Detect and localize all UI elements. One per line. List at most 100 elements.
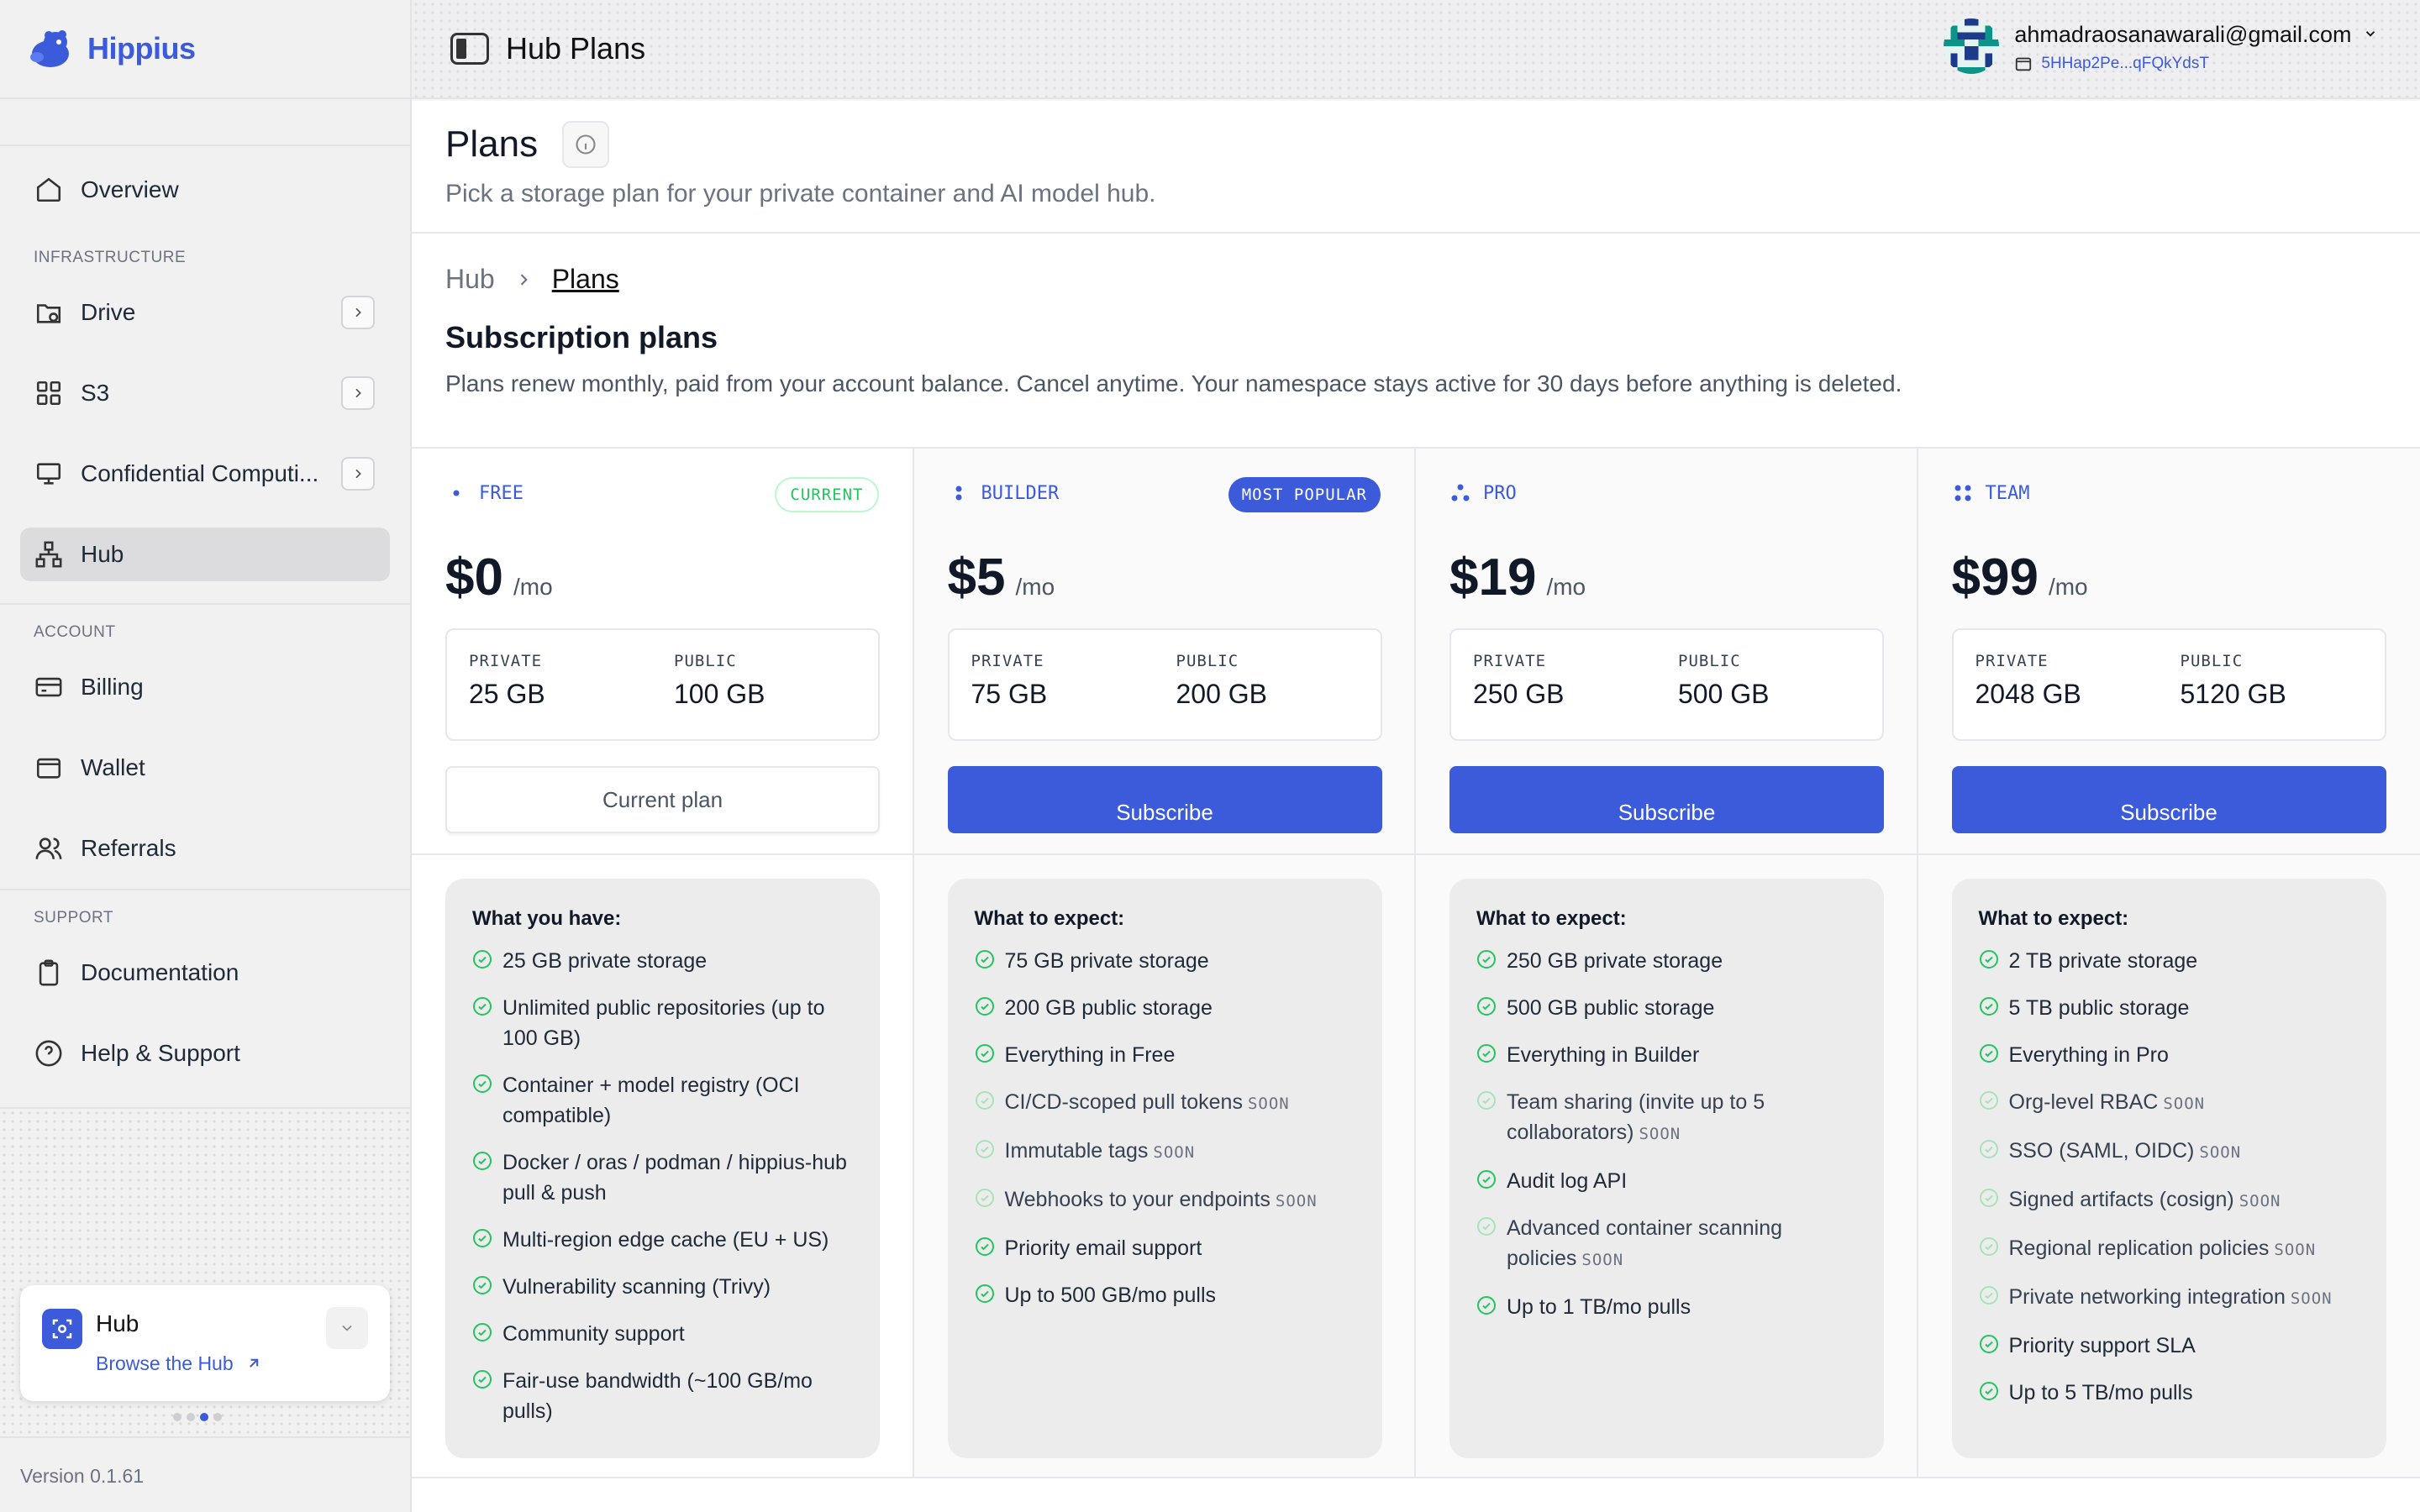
feature-list: What to expect: 2 TB private storage 5 TB …: [1951, 879, 2386, 1458]
info-icon[interactable]: [561, 121, 609, 168]
plan-name: BUILDER: [948, 482, 1059, 504]
chevron-down-icon[interactable]: [326, 1307, 368, 1349]
feature-item: 25 GB private storage: [472, 946, 853, 976]
grid-icon: [34, 378, 64, 408]
current-plan-button[interactable]: Current plan: [445, 766, 880, 833]
check-circle-icon: [1979, 1382, 1998, 1400]
feature-item: 5 TB public storage: [1979, 993, 2360, 1023]
plan-summary: TEAM $99/mo PRIVATE 2048 GB PUBLIC 5120 GB Sub…: [1918, 449, 2420, 855]
dot-icon: [445, 482, 467, 504]
sidebar-item-billing[interactable]: Billing: [0, 647, 410, 727]
feature-item: CI/CD-scoped pull tokens SOON: [975, 1087, 1355, 1119]
feature-item: Unlimited public repositories (up to 100…: [472, 993, 853, 1053]
browse-hub-link[interactable]: Browse the Hub: [96, 1352, 262, 1375]
sidebar-item-label: Confidential Computi...: [81, 460, 319, 486]
carousel-dots[interactable]: [173, 1413, 222, 1421]
sidebar-item-wallet[interactable]: Wallet: [0, 727, 410, 808]
feature-item: Community support: [472, 1319, 853, 1349]
feature-item: Fair-use bandwidth (~100 GB/mo pulls): [472, 1366, 853, 1426]
check-circle-icon: [1979, 1237, 1998, 1256]
soon-tag: SOON: [2199, 1143, 2242, 1162]
public-label: PUBLIC: [674, 652, 737, 670]
check-circle-icon: [975, 1189, 994, 1207]
check-circle-icon: [473, 950, 492, 969]
breadcrumb-plans[interactable]: Plans: [552, 264, 619, 295]
brand-name[interactable]: Hippius: [87, 31, 196, 66]
sidebar-item-overview[interactable]: Overview: [0, 150, 410, 230]
plan-summary: PRO $19/mo PRIVATE 250 GB PUBLIC 500 GB Subscr…: [1416, 449, 1917, 855]
hub-icon: [42, 1309, 82, 1349]
clipboard-icon: [34, 958, 64, 988]
plan-price: $5/mo: [947, 549, 1055, 606]
feature-item: Audit log API: [1476, 1166, 1857, 1196]
private-storage-value: 2048 GB: [1975, 679, 2081, 709]
feature-item: Webhooks to your endpoints SOON: [975, 1184, 1355, 1216]
public-label: PUBLIC: [2180, 652, 2244, 670]
plan-price: $99/mo: [1951, 549, 2088, 606]
public-label: PUBLIC: [1176, 652, 1239, 670]
plan-price: $19/mo: [1449, 549, 1586, 606]
feature-item: Private networking integration SOON: [1979, 1282, 2360, 1314]
sidebar-item-label: Billing: [81, 674, 144, 700]
check-circle-icon: [1979, 1189, 1998, 1207]
hub-promo-card: Hub Browse the Hub: [20, 1285, 390, 1401]
network-icon: [34, 539, 64, 570]
feature-item: Vulnerability scanning (Trivy): [472, 1272, 853, 1302]
page-subtitle: Pick a storage plan for your private con…: [445, 180, 1156, 207]
topbar-title: Hub Plans: [506, 31, 646, 66]
breadcrumb: Hub Plans: [412, 234, 2420, 295]
sidebar-item-s3[interactable]: S3: [0, 353, 410, 433]
soon-tag: SOON: [1639, 1125, 1681, 1143]
feature-item: Regional replication policies SOON: [1979, 1233, 2360, 1265]
feature-list: What to expect: 250 GB private storage 500…: [1449, 879, 1884, 1458]
storage-box: PRIVATE 75 GB PUBLIC 200 GB: [947, 628, 1382, 741]
sidebar-spacer: [0, 99, 410, 146]
chevron-right-icon[interactable]: [341, 376, 375, 410]
users-icon: [34, 833, 64, 864]
two-dots-icon: [948, 482, 970, 504]
feature-item: 2 TB private storage: [1979, 946, 2360, 976]
breadcrumb-hub[interactable]: Hub: [445, 264, 495, 295]
chevron-right-icon[interactable]: [341, 296, 375, 329]
external-arrow-icon: [250, 1358, 259, 1368]
wallet-address[interactable]: 5HHap2Pe...qFQkYdsT: [2014, 55, 2378, 73]
soon-tag: SOON: [1153, 1143, 1196, 1162]
soon-tag: SOON: [1275, 1192, 1318, 1210]
plan-card-pro: PRO $19/mo PRIVATE 250 GB PUBLIC 500 GB Subscr…: [1416, 449, 1918, 1477]
feature-list-title: What to expect:: [1476, 907, 1627, 930]
sidebar-item-help-support[interactable]: Help & Support: [0, 1013, 410, 1094]
sidebar-item-documentation[interactable]: Documentation: [0, 932, 410, 1013]
chevron-down-icon: [2365, 31, 2375, 37]
check-circle-icon: [1477, 997, 1496, 1016]
subscribe-button[interactable]: Subscribe: [947, 766, 1382, 833]
sidebar-toggle-icon[interactable]: [450, 33, 489, 65]
chevron-right-icon: [515, 264, 532, 295]
hippo-logo-icon[interactable]: [25, 24, 76, 74]
check-circle-icon: [1979, 1091, 1998, 1110]
topbar: Hub Plans ahmadraosanawarali@gmail.com 5…: [412, 0, 2420, 99]
sidebar-item-label: Hub: [81, 541, 124, 567]
private-storage-value: 250 GB: [1473, 679, 1565, 709]
user-menu[interactable]: ahmadraosanawarali@gmail.com 5HHap2Pe...…: [1944, 18, 2378, 74]
sidebar-item-confidential-computing[interactable]: Confidential Computi...: [0, 433, 410, 514]
check-circle-icon: [975, 1284, 994, 1303]
subscribe-button[interactable]: Subscribe: [1449, 766, 1884, 833]
subscribe-button[interactable]: Subscribe: [1951, 766, 2386, 833]
sidebar-item-hub[interactable]: Hub: [20, 528, 390, 581]
plan-price: $0/mo: [445, 549, 553, 606]
feature-list-title: What you have:: [472, 907, 622, 930]
check-circle-icon: [1979, 1286, 1998, 1305]
check-circle-icon: [975, 1237, 994, 1256]
sidebar-item-referrals[interactable]: Referrals: [0, 808, 410, 889]
chevron-right-icon[interactable]: [341, 457, 375, 491]
help-circle-icon: [34, 1038, 64, 1068]
public-storage-value: 500 GB: [1678, 679, 1770, 709]
plan-name: FREE: [445, 482, 523, 504]
wallet-icon: [34, 753, 64, 783]
plan-card-team: TEAM $99/mo PRIVATE 2048 GB PUBLIC 5120 GB Sub…: [1918, 449, 2420, 1477]
sidebar-item-drive[interactable]: Drive: [0, 272, 410, 353]
plan-card-builder: BUILDER MOST POPULAR $5/mo PRIVATE 75 GB PUBL…: [913, 449, 1416, 1477]
check-circle-icon: [1477, 1091, 1496, 1110]
feature-item: Multi-region edge cache (EU + US): [472, 1225, 853, 1255]
feature-item: Priority email support: [975, 1233, 1355, 1263]
